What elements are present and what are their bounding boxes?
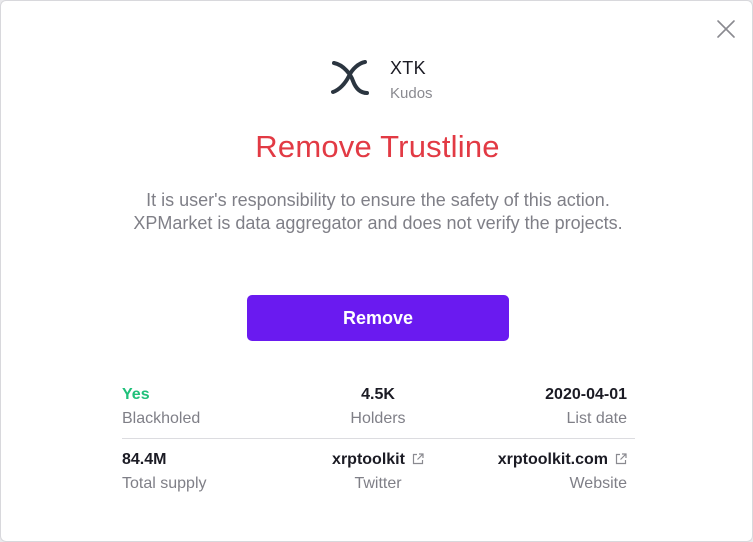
stat-list-date: 2020-04-01 List date	[545, 385, 627, 429]
close-button[interactable]	[714, 17, 738, 41]
stat-blackholed: Yes Blackholed	[122, 385, 200, 429]
blackholed-label: Blackholed	[122, 410, 201, 427]
dialog-title: Remove Trustline	[255, 129, 500, 164]
close-icon	[717, 20, 735, 38]
stats-divider	[122, 438, 635, 439]
xtk-logo-icon	[331, 60, 369, 95]
website-link-text: xrptoolkit.com	[497, 451, 608, 468]
stat-twitter: xrptoolkit Twitter	[278, 450, 478, 494]
token-symbol: XTK	[390, 58, 426, 78]
warning-text: It is user's responsibility to ensure th…	[133, 190, 623, 233]
remove-trustline-dialog: XTK Kudos Remove Trustline It is user's …	[0, 0, 753, 542]
twitter-label: Twitter	[354, 475, 402, 492]
twitter-link-text: xrptoolkit	[332, 451, 405, 468]
token-stats: Yes Blackholed 4.5K Holders 2020-04-01 L…	[122, 385, 635, 498]
stat-holders: 4.5K Holders	[278, 385, 478, 429]
external-link-icon	[615, 453, 627, 465]
total-supply-label: Total supply	[122, 475, 207, 492]
website-link[interactable]: xrptoolkit.com	[498, 450, 627, 470]
holders-label: Holders	[350, 410, 406, 427]
remove-button[interactable]: Remove	[247, 295, 509, 341]
website-label: Website	[569, 475, 627, 492]
twitter-link[interactable]: xrptoolkit	[278, 450, 478, 470]
blackholed-value: Yes	[122, 386, 150, 403]
total-supply-value: 84.4M	[122, 451, 167, 468]
holders-value: 4.5K	[361, 386, 395, 403]
stat-total-supply: 84.4M Total supply	[122, 450, 207, 494]
list-date-label: List date	[566, 410, 627, 427]
stat-website: xrptoolkit.com Website	[498, 450, 627, 494]
external-link-icon	[412, 453, 424, 465]
stats-row: 84.4M Total supply xrptoolkit Twitter xr…	[122, 450, 635, 498]
token-header: XTK Kudos	[329, 57, 509, 107]
token-name: Kudos	[390, 85, 433, 102]
list-date-value: 2020-04-01	[545, 386, 627, 403]
stats-row: Yes Blackholed 4.5K Holders 2020-04-01 L…	[122, 385, 635, 433]
